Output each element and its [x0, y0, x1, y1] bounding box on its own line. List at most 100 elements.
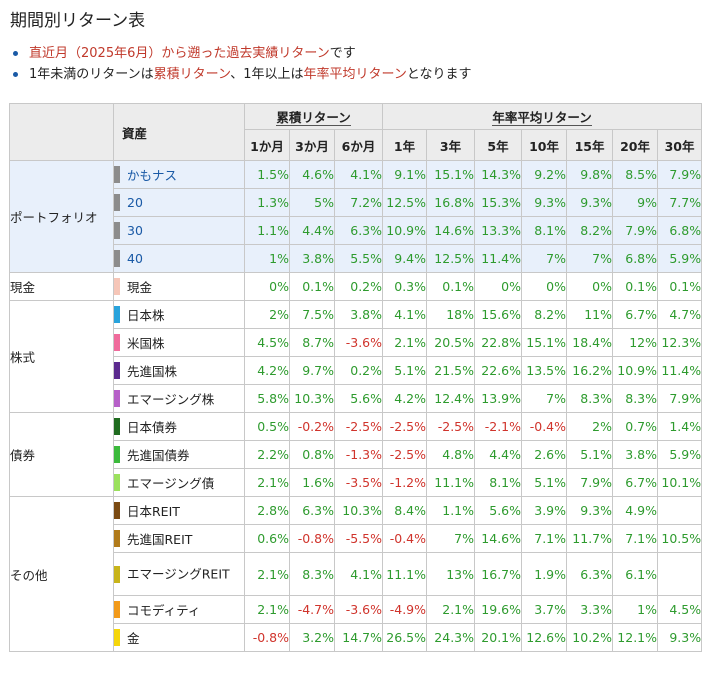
return-value: -5.5% — [333, 524, 384, 553]
return-value: 8.3% — [612, 384, 659, 413]
return-value: 9% — [612, 188, 659, 217]
return-value: 4.5% — [244, 328, 290, 357]
return-value: 16.7% — [474, 552, 523, 596]
asset-name-cell: エマージング債 — [113, 468, 245, 497]
return-value: 3.7% — [521, 595, 568, 624]
return-value: 9.3% — [657, 623, 703, 652]
asset-name: コモディティ — [127, 603, 201, 618]
return-value: 5.5% — [333, 244, 384, 273]
return-value: 4.1% — [333, 160, 384, 189]
return-value: 20.5% — [426, 328, 476, 357]
return-value: 4.4% — [289, 216, 335, 245]
return-value: 9.7% — [289, 356, 335, 385]
return-value: 8.2% — [566, 216, 614, 245]
return-value: 4.8% — [426, 440, 476, 469]
cumulative-return-header: 累積リターン — [243, 103, 384, 130]
table-row: 米国株 4.5% 8.7% -3.6% 2.1% 20.5% 22.8% 15.1% 18.4%… — [10, 328, 703, 357]
return-value: 5% — [289, 188, 335, 217]
period-header: 5年 — [474, 129, 523, 161]
asset-name-cell: コモディティ — [113, 595, 245, 624]
period-header: 3年 — [426, 129, 476, 161]
return-value: 10.5% — [657, 524, 703, 553]
return-value: 2.1% — [244, 468, 290, 497]
return-value: 12.5% — [382, 188, 428, 217]
return-value: 10.9% — [612, 356, 659, 385]
return-value: 2.6% — [521, 440, 568, 469]
note-text: です — [329, 46, 356, 61]
return-value: 4.1% — [382, 300, 428, 329]
return-value: -0.4% — [382, 524, 428, 553]
return-value: 9.3% — [566, 496, 614, 525]
highlight-text: 累積リターン — [153, 67, 231, 82]
return-value: 4.2% — [382, 384, 428, 413]
return-value: 0.5% — [244, 412, 290, 441]
return-value: 15.1% — [521, 328, 568, 357]
return-value: 5.1% — [382, 356, 428, 385]
return-value: 2% — [566, 412, 614, 441]
return-value: 2.8% — [244, 496, 290, 525]
return-value: 12.1% — [612, 623, 659, 652]
asset-name: 日本REIT — [127, 504, 180, 519]
return-value: 11.1% — [382, 552, 428, 596]
return-value: 1.9% — [521, 552, 568, 596]
return-value: 7.5% — [289, 300, 335, 329]
color-swatch — [114, 629, 120, 646]
return-value: 7.2% — [333, 188, 384, 217]
return-value: 24.3% — [426, 623, 476, 652]
category-header — [9, 103, 114, 161]
color-swatch — [114, 601, 120, 618]
return-value: 3.8% — [289, 244, 335, 273]
return-value: 5.9% — [657, 440, 703, 469]
return-value — [657, 496, 703, 525]
return-value: 12.3% — [657, 328, 703, 357]
return-value: 1.6% — [289, 468, 335, 497]
color-swatch — [114, 334, 120, 351]
return-value: -2.5% — [333, 412, 384, 441]
asset-name: エマージング株 — [127, 392, 215, 407]
table-row: 金 -0.8% 3.2% 14.7% 26.5% 24.3% 20.1% 12.6% 10.2%… — [10, 623, 703, 652]
asset-name-cell: 日本REIT — [113, 496, 245, 525]
return-value: 2.1% — [244, 595, 290, 624]
return-value: 0.6% — [244, 524, 290, 553]
color-swatch — [114, 194, 120, 211]
asset-name[interactable]: 30 — [127, 223, 143, 238]
return-value: 7% — [566, 244, 614, 273]
return-value — [657, 552, 703, 596]
table-row: 先進国株 4.2% 9.7% 0.2% 5.1% 21.5% 22.6% 13.5% 16.2%… — [10, 356, 703, 385]
asset-name[interactable]: 20 — [127, 195, 143, 210]
return-value: 6.8% — [657, 216, 703, 245]
return-value: -3.5% — [333, 468, 384, 497]
asset-name-cell: 20 — [113, 188, 245, 217]
table-row: 先進国債券 2.2% 0.8% -1.3% -2.5% 4.8% 4.4% 2.6% 5.1% 3… — [10, 440, 703, 469]
return-value: 10.3% — [333, 496, 384, 525]
return-value: 7.1% — [612, 524, 659, 553]
return-value: 2.1% — [426, 595, 476, 624]
asset-name[interactable]: 40 — [127, 251, 143, 266]
return-value: 5.6% — [333, 384, 384, 413]
asset-header: 資産 — [113, 103, 245, 161]
return-value: 15.6% — [474, 300, 523, 329]
period-header: 6か月 — [333, 129, 384, 161]
return-value: 0.7% — [612, 412, 659, 441]
color-swatch — [114, 474, 120, 491]
return-value: 11.4% — [657, 356, 703, 385]
asset-name[interactable]: かもナス — [127, 168, 177, 183]
return-value: -3.6% — [333, 328, 384, 357]
asset-name-cell: 金 — [113, 623, 245, 652]
return-value: 4.1% — [333, 552, 384, 596]
return-value: 11.4% — [474, 244, 523, 273]
return-value: 0.2% — [333, 356, 384, 385]
return-value: -2.5% — [426, 412, 476, 441]
asset-name-cell: かもナス — [113, 160, 245, 189]
return-value: 14.3% — [474, 160, 523, 189]
return-value: 13.3% — [474, 216, 523, 245]
color-swatch — [114, 306, 120, 323]
asset-name-cell: 先進国株 — [113, 356, 245, 385]
asset-name: 現金 — [127, 280, 153, 295]
table-row: 現金 現金 0% 0.1% 0.2% 0.3% 0.1% 0% 0% 0% 0.1% 0.1% — [9, 272, 703, 301]
return-value: 11% — [566, 300, 614, 329]
color-swatch — [114, 390, 120, 407]
return-value: 1.3% — [244, 188, 290, 217]
return-value: 1% — [612, 595, 659, 624]
asset-name: 日本株 — [127, 308, 165, 323]
